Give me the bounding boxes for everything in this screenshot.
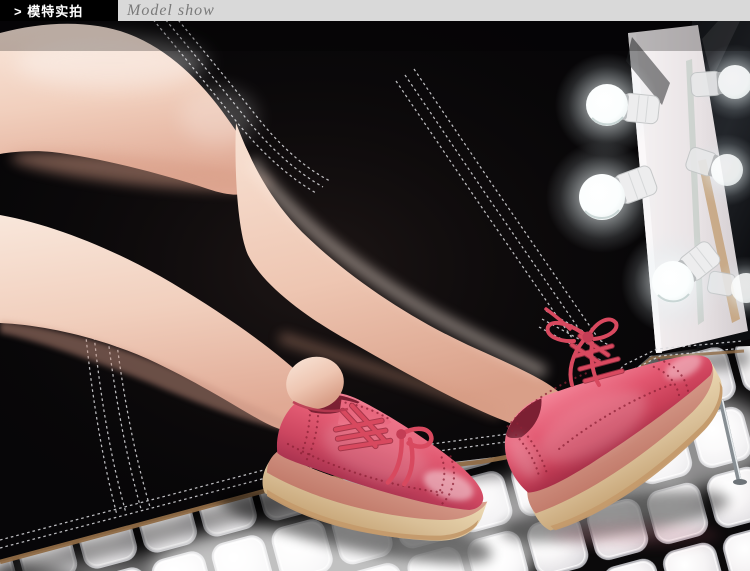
section-badge: > 模特实拍: [0, 0, 118, 21]
light-bulb: [546, 141, 659, 253]
section-subtitle: Model show: [118, 0, 215, 21]
model-photo: [0, 21, 750, 571]
vignette: [0, 21, 750, 51]
page: > 模特实拍 Model show: [0, 0, 750, 571]
light-bulb: [621, 230, 725, 334]
section-header: > 模特实拍 Model show: [0, 0, 750, 21]
photo-canvas: [0, 21, 750, 571]
